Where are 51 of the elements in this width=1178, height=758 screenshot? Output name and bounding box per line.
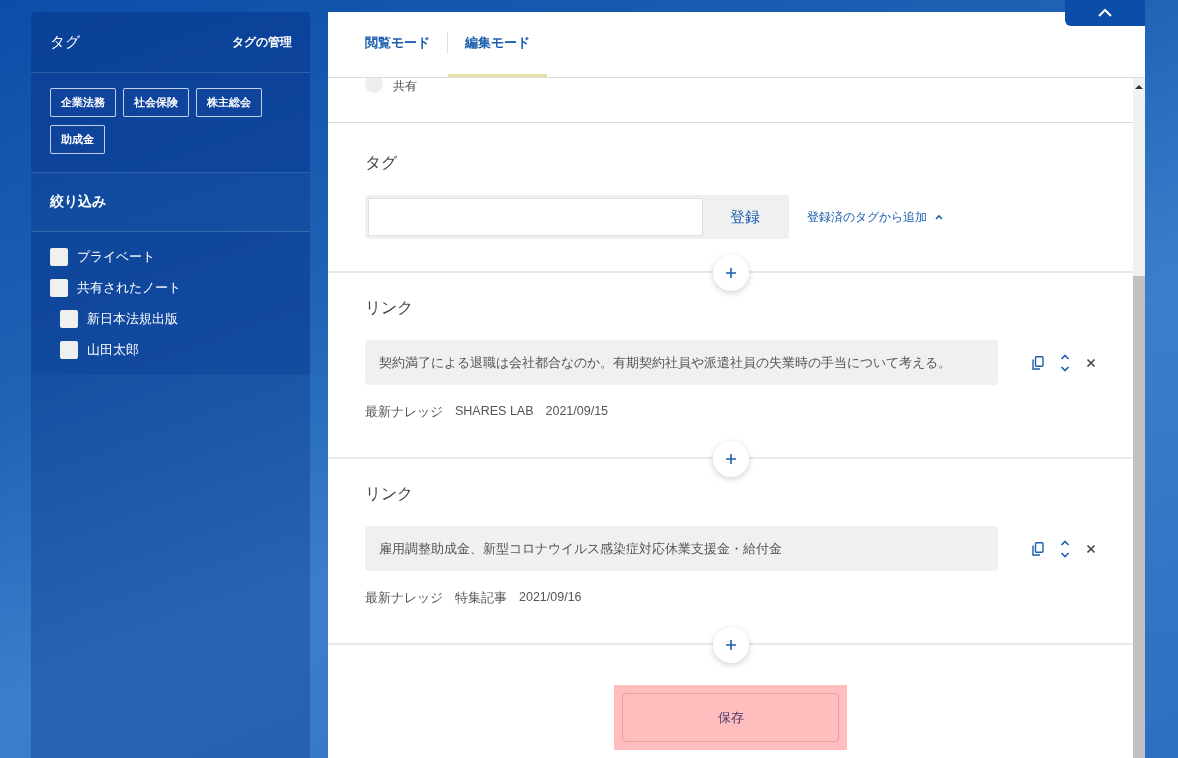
filter-label: 山田太郎 bbox=[87, 341, 139, 359]
checkbox[interactable] bbox=[60, 341, 78, 359]
add-registered-tag-link[interactable]: 登録済のタグから追加 bbox=[807, 208, 927, 226]
plus-icon bbox=[724, 639, 737, 651]
mode-tab[interactable]: 編集モード bbox=[448, 12, 547, 77]
checkbox[interactable] bbox=[50, 248, 68, 266]
up-down-arrows-icon[interactable] bbox=[1060, 538, 1070, 559]
checkbox[interactable] bbox=[60, 310, 78, 328]
sidebar-title: タグ bbox=[50, 32, 80, 52]
up-down-arrows-icon[interactable] bbox=[1060, 352, 1070, 373]
category-label: SHARES LAB bbox=[455, 404, 534, 420]
plus-icon bbox=[724, 267, 737, 279]
radio-button[interactable] bbox=[365, 78, 383, 93]
mode-tab[interactable]: 閲覧モード bbox=[348, 12, 447, 77]
copy-icon[interactable] bbox=[1032, 541, 1044, 556]
close-icon[interactable] bbox=[1086, 543, 1096, 554]
tag-chip[interactable]: 株主総会 bbox=[196, 88, 262, 117]
tag-chip[interactable]: 企業法務 bbox=[50, 88, 116, 117]
manage-tags-link[interactable]: タグの管理 bbox=[232, 33, 292, 51]
add-button[interactable] bbox=[712, 441, 749, 477]
section-title: リンク bbox=[365, 298, 414, 318]
filter-title: 絞り込み bbox=[50, 193, 106, 211]
collapse-button[interactable] bbox=[1065, 0, 1145, 26]
chevron-up-icon bbox=[1097, 8, 1113, 18]
date-label: 2021/09/16 bbox=[519, 590, 582, 606]
category-label: 特集記事 bbox=[455, 590, 507, 607]
section-title: タグ bbox=[365, 153, 398, 173]
copy-icon[interactable] bbox=[1032, 355, 1044, 370]
scroll-thumb[interactable] bbox=[1133, 276, 1145, 758]
tag-input-field[interactable] bbox=[368, 198, 703, 236]
add-button[interactable] bbox=[712, 255, 749, 291]
filter-label: プライベート bbox=[77, 248, 155, 266]
source-label: 最新ナレッジ bbox=[365, 404, 443, 421]
add-button[interactable] bbox=[712, 627, 749, 663]
checkbox[interactable] bbox=[50, 279, 68, 297]
link-title-box[interactable]: 契約満了による退職は会社都合なのか。有期契約社員や派遣社員の失業時の手当について考える。 bbox=[365, 340, 998, 385]
source-label: 最新ナレッジ bbox=[365, 590, 443, 607]
section-title: リンク bbox=[365, 484, 414, 504]
close-icon[interactable] bbox=[1086, 357, 1096, 368]
tag-chip[interactable]: 社会保険 bbox=[123, 88, 189, 117]
register-button[interactable]: 登録 bbox=[703, 198, 786, 236]
filter-label: 新日本法規出版 bbox=[87, 310, 178, 328]
link-title-box[interactable]: 雇用調整助成金、新型コロナウイルス感染症対応休業支援金・給付金 bbox=[365, 526, 998, 571]
scrollbar[interactable] bbox=[1133, 78, 1145, 758]
tag-chip[interactable]: 助成金 bbox=[50, 125, 105, 154]
radio-label: 共有 bbox=[393, 78, 417, 95]
date-label: 2021/09/15 bbox=[545, 404, 609, 420]
save-button[interactable]: 保存 bbox=[622, 693, 839, 742]
filter-label: 共有されたノート bbox=[77, 279, 181, 297]
scroll-up-icon[interactable] bbox=[1135, 84, 1143, 90]
plus-icon bbox=[724, 453, 737, 465]
